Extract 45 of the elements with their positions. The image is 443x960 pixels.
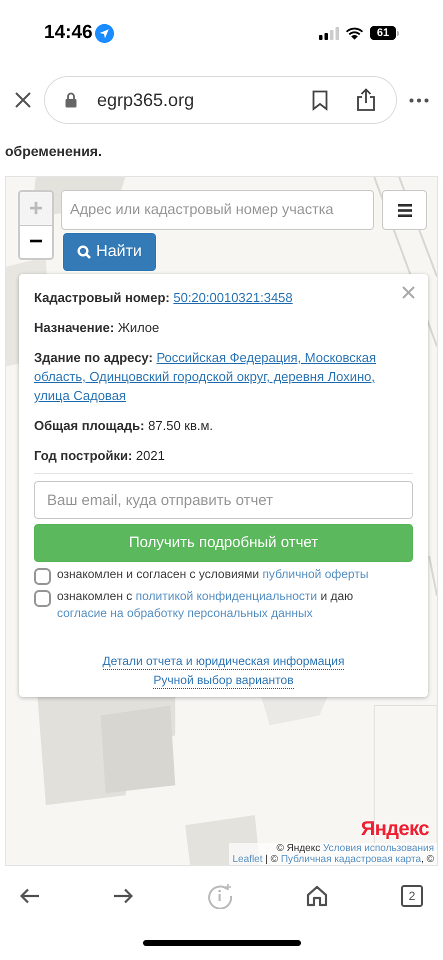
- menu-button[interactable]: [382, 190, 427, 230]
- checkbox[interactable]: [34, 568, 51, 585]
- search-field[interactable]: Адрес или кадастровый номер участка: [61, 190, 374, 230]
- home-icon[interactable]: [306, 885, 328, 907]
- page-text: обременения.: [5, 143, 102, 159]
- address-bar[interactable]: egrp365.org: [44, 76, 397, 124]
- field-text: Год постройки: 2021: [34, 447, 166, 465]
- search-icon: [77, 245, 92, 259]
- back-icon[interactable]: [20, 888, 40, 904]
- map-logo: Яндекс: [360, 819, 429, 839]
- signal-icon: [319, 26, 339, 40]
- url-text: egrp365.org: [97, 88, 194, 112]
- link[interactable]: политикой конфиденциальности: [136, 589, 318, 603]
- link[interactable]: Условия использования: [323, 843, 434, 854]
- field-text: Общая площадь: 87.50 кв.м.: [34, 417, 214, 435]
- lock-icon: [65, 92, 77, 108]
- field-text: Кадастровый номер: 50:20:0010321:3458: [34, 289, 294, 307]
- link[interactable]: Leaflet: [232, 854, 263, 865]
- forward-icon[interactable]: [113, 888, 134, 904]
- field-text: Назначение: Жилое: [34, 319, 160, 337]
- battery-icon: 61: [370, 26, 399, 40]
- time: 14:46: [44, 20, 93, 45]
- email-field[interactable]: Ваш email, куда отправить отчет: [34, 481, 413, 519]
- bookmark-icon[interactable]: [312, 90, 328, 110]
- link[interactable]: Публичная кадастровая карта: [280, 854, 422, 865]
- more-icon[interactable]: [409, 98, 429, 102]
- field-text: Здание по адресу: Российская Федерация, Московская область, Одинцовский городской округ, деревня Лохино, улица Садовая: [34, 349, 378, 405]
- consent-text: ознакомлен с политикой конфиденциальности и даю согласие на обработку персональных данных: [57, 588, 354, 622]
- menu-icon: [398, 204, 412, 216]
- wifi-icon: [345, 26, 364, 40]
- share-icon[interactable]: [356, 88, 376, 112]
- tabs-button[interactable]: 2: [401, 885, 423, 907]
- attribution-text: © Яндекс Условия использования: [276, 843, 434, 854]
- attribution-text: Leaflet | © Публичная кадастровая карта, ©: [232, 854, 434, 865]
- close-icon[interactable]: [14, 91, 32, 109]
- location-icon: [94, 24, 114, 42]
- link[interactable]: публичной оферты: [262, 567, 368, 581]
- report-button[interactable]: Получить подробный отчет: [34, 524, 413, 562]
- checkbox[interactable]: [34, 590, 51, 607]
- find-button[interactable]: Найти: [63, 233, 156, 271]
- zoom-button[interactable]: −: [20, 225, 52, 258]
- info-link[interactable]: Ручной выбор вариантов: [153, 672, 294, 689]
- link[interactable]: согласие на обработку персональных данных: [57, 606, 313, 620]
- info-link[interactable]: Детали отчета и юридическая информация: [102, 653, 344, 670]
- consent-text: ознакомлен и согласен с условиями публичной оферты: [57, 566, 368, 583]
